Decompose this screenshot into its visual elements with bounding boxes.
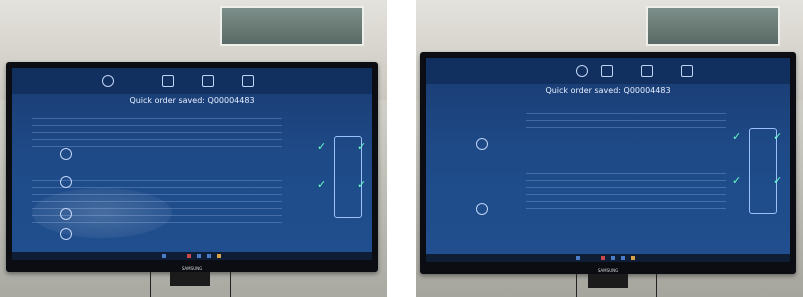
table-row: [32, 120, 282, 126]
check-icon: ✓: [317, 178, 327, 191]
check-icon: ✓: [732, 130, 742, 143]
results-table: [526, 108, 726, 148]
table-row: [526, 196, 726, 202]
gear-icon[interactable]: [102, 75, 114, 87]
app-icon[interactable]: [197, 254, 201, 258]
wheel-icon: [60, 176, 72, 188]
photo-right: Quick order saved: Q00004483 ✓ ✓ ✓ ✓ SAM…: [416, 0, 803, 297]
settings-icon[interactable]: [242, 75, 254, 87]
cable: [150, 272, 151, 297]
window: [220, 6, 364, 46]
app-icon[interactable]: [611, 256, 615, 260]
table-row: [526, 168, 726, 174]
photo-pair: Quick order saved: Q00004483 ✓ ✓ ✓ ✓ SAM…: [0, 0, 803, 297]
photo-left: Quick order saved: Q00004483 ✓ ✓ ✓ ✓ SAM…: [0, 0, 387, 297]
gear-icon[interactable]: [576, 65, 588, 77]
taskbar: [426, 254, 790, 262]
monitor: Quick order saved: Q00004483 ✓ ✓ ✓ ✓ SAM…: [6, 62, 378, 272]
table-row: [526, 115, 726, 121]
toolbar: [426, 58, 790, 84]
table-row: [526, 189, 726, 195]
wheel-icon: [60, 148, 72, 160]
app-icon[interactable]: [217, 254, 221, 258]
app-icon[interactable]: [207, 254, 211, 258]
table-row: [526, 203, 726, 209]
toolbar: [12, 68, 372, 94]
wheel-icon: [476, 203, 488, 215]
tyre-icon[interactable]: [162, 75, 174, 87]
printer-icon[interactable]: [641, 65, 653, 77]
check-icon: ✓: [357, 178, 367, 191]
monitor: Quick order saved: Q00004483 ✓ ✓ ✓ ✓ SAM…: [420, 52, 796, 274]
screen-title: Quick order saved: Q00004483: [129, 96, 255, 105]
tyre-icon[interactable]: [601, 65, 613, 77]
check-icon: ✓: [732, 174, 742, 187]
check-icon: ✓: [357, 140, 367, 153]
table-row: [526, 182, 726, 188]
wheel-icon: [476, 138, 488, 150]
table-row: [526, 122, 726, 128]
check-icon: ✓: [773, 174, 783, 187]
table-row: [526, 175, 726, 181]
check-icon: ✓: [773, 130, 783, 143]
start-icon[interactable]: [162, 254, 166, 258]
monitor-brand: SAMSUNG: [597, 268, 619, 273]
settings-icon[interactable]: [681, 65, 693, 77]
start-icon[interactable]: [576, 256, 580, 260]
cable: [230, 272, 231, 297]
printer-icon[interactable]: [202, 75, 214, 87]
app-icon[interactable]: [621, 256, 625, 260]
table-row: [526, 108, 726, 114]
window: [646, 6, 780, 46]
screen-glare: [32, 188, 172, 238]
cable: [656, 274, 657, 297]
app-icon[interactable]: [187, 254, 191, 258]
check-icon: ✓: [317, 140, 327, 153]
cable: [576, 274, 577, 297]
table-row: [32, 113, 282, 119]
table-row: [32, 127, 282, 133]
app-icon[interactable]: [601, 256, 605, 260]
app-icon[interactable]: [631, 256, 635, 260]
monitor-stand: [588, 274, 628, 288]
screen: Quick order saved: Q00004483 ✓ ✓ ✓ ✓: [12, 68, 372, 260]
monitor-stand: [170, 272, 210, 286]
results-table: [526, 168, 726, 228]
taskbar: [12, 252, 372, 260]
screen-title: Quick order saved: Q00004483: [545, 86, 671, 95]
monitor-brand: SAMSUNG: [181, 266, 203, 271]
table-row: [32, 134, 282, 140]
table-row: [32, 141, 282, 147]
screen: Quick order saved: Q00004483 ✓ ✓ ✓ ✓: [426, 58, 790, 262]
